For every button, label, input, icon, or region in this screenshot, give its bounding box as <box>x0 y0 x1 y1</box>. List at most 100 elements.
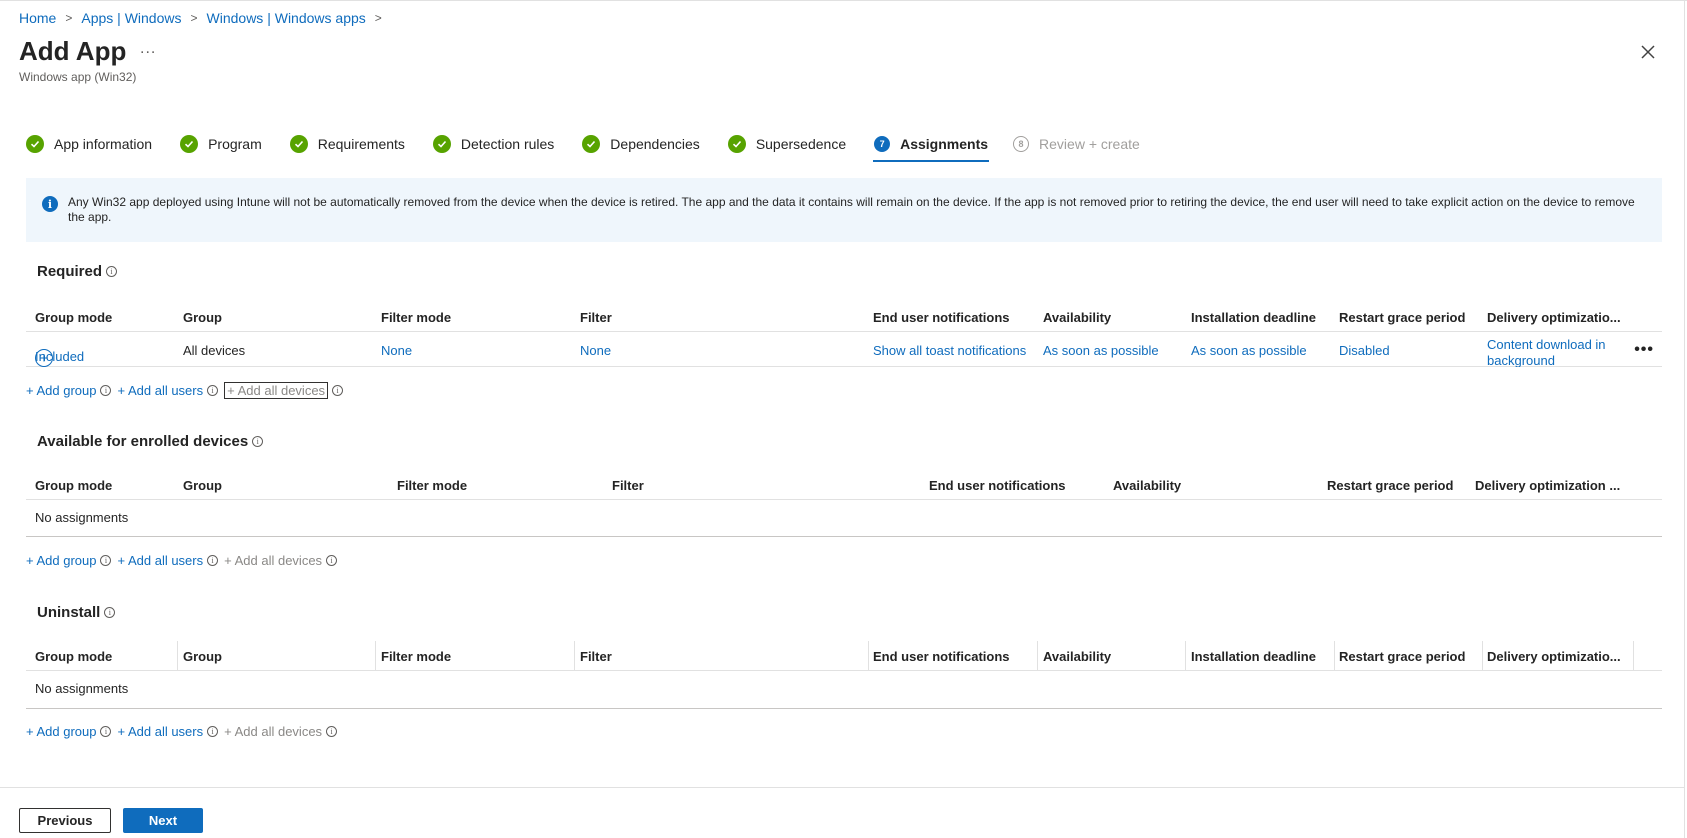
table-row: No assignments <box>26 672 1662 709</box>
col-filter: Filter <box>580 310 612 325</box>
section-uninstall: Uninstall i <box>37 604 116 621</box>
col-availability: Availability <box>1043 310 1112 325</box>
wizard-steps: App information Program Requirements Det… <box>26 131 1140 162</box>
col-end-user-notifications: End user notifications <box>873 310 1010 325</box>
restart-value[interactable]: Disabled <box>1339 343 1390 358</box>
previous-button[interactable]: Previous <box>19 808 111 833</box>
column-divider[interactable] <box>1482 641 1483 671</box>
filter-mode-value[interactable]: None <box>381 343 412 358</box>
col-filter: Filter <box>580 649 612 664</box>
add-group-link[interactable]: + Add group <box>26 383 96 398</box>
tab-review-create[interactable]: 8 Review + create <box>1013 131 1140 157</box>
breadcrumb-windows-apps[interactable]: Windows | Windows apps <box>207 10 366 26</box>
col-restart-grace-period: Restart grace period <box>1339 310 1466 325</box>
tab-app-information[interactable]: App information <box>26 131 152 157</box>
col-delivery-optimization: Delivery optimization ... <box>1475 478 1621 493</box>
add-group-link[interactable]: + Add group <box>26 724 96 739</box>
required-actions: + Add group i + Add all users i + Add al… <box>26 382 344 399</box>
col-installation-deadline: Installation deadline <box>1191 649 1316 664</box>
step-label: Supersedence <box>755 136 847 152</box>
footer-divider <box>0 787 1684 788</box>
section-available: Available for enrolled devices i <box>37 433 264 450</box>
more-options-icon[interactable]: ••• <box>1634 341 1654 359</box>
col-group-mode: Group mode <box>35 649 113 664</box>
add-all-devices-link[interactable]: + Add all devices <box>224 382 329 399</box>
column-divider[interactable] <box>868 641 869 671</box>
column-divider[interactable] <box>375 641 376 671</box>
next-button[interactable]: Next <box>123 808 203 833</box>
col-installation-deadline: Installation deadline <box>1191 310 1316 325</box>
col-end-user-notifications: End user notifications <box>929 478 1066 493</box>
chevron-right-icon: > <box>374 11 382 25</box>
step-label: Assignments <box>900 136 989 152</box>
col-filter-mode: Filter mode <box>381 310 452 325</box>
available-actions: + Add group i + Add all users i + Add al… <box>26 553 338 568</box>
step-label: Requirements <box>317 136 405 152</box>
section-required: Required i <box>37 263 118 280</box>
col-filter: Filter <box>612 478 644 493</box>
breadcrumb: Home > Apps | Windows > Windows | Window… <box>19 10 391 26</box>
tab-dependencies[interactable]: Dependencies <box>582 131 700 157</box>
filter-value[interactable]: None <box>580 343 611 358</box>
add-group-link[interactable]: + Add group <box>26 553 96 568</box>
column-divider[interactable] <box>1633 641 1634 671</box>
close-icon[interactable] <box>1636 40 1660 64</box>
col-group: Group <box>183 310 222 325</box>
checkmark-icon <box>727 135 746 153</box>
tab-detection-rules[interactable]: Detection rules <box>432 131 554 157</box>
banner-text: Any Win32 app deployed using Intune will… <box>68 195 1635 224</box>
column-divider[interactable] <box>574 641 575 671</box>
table-row[interactable]: + Included All devices None None Show al… <box>26 333 1662 367</box>
section-title-uninstall: Uninstall <box>37 604 101 621</box>
col-availability: Availability <box>1043 649 1112 664</box>
info-icon[interactable]: i <box>207 385 219 396</box>
info-icon[interactable]: i <box>326 726 338 737</box>
availability-value[interactable]: As soon as possible <box>1043 343 1159 358</box>
tab-supersedence[interactable]: Supersedence <box>727 131 847 157</box>
info-icon[interactable]: i <box>100 555 112 566</box>
breadcrumb-apps-windows[interactable]: Apps | Windows <box>81 10 181 26</box>
info-icon[interactable]: i <box>326 555 338 566</box>
add-all-users-link[interactable]: + Add all users <box>117 553 203 568</box>
add-all-devices-link[interactable]: + Add all devices <box>224 724 322 739</box>
info-icon[interactable]: i <box>207 726 219 737</box>
info-icon[interactable]: i <box>332 385 344 396</box>
col-filter-mode: Filter mode <box>397 478 468 493</box>
notifications-value[interactable]: Show all toast notifications <box>873 343 1026 358</box>
right-border <box>1684 0 1685 838</box>
section-title-available: Available for enrolled devices <box>37 433 249 450</box>
breadcrumb-home[interactable]: Home <box>19 10 56 26</box>
column-divider[interactable] <box>1037 641 1038 671</box>
tab-program[interactable]: Program <box>180 131 262 157</box>
tab-requirements[interactable]: Requirements <box>289 131 405 157</box>
checkmark-icon <box>180 135 199 153</box>
add-all-users-link[interactable]: + Add all users <box>117 383 203 398</box>
info-icon[interactable]: i <box>100 726 112 737</box>
add-all-devices-link[interactable]: + Add all devices <box>224 553 322 568</box>
checkmark-icon <box>432 135 451 153</box>
column-divider[interactable] <box>1185 641 1186 671</box>
info-icon[interactable]: i <box>104 607 116 618</box>
uninstall-actions: + Add group i + Add all users i + Add al… <box>26 724 338 739</box>
step-label: Program <box>208 136 262 152</box>
info-icon[interactable]: i <box>252 436 264 447</box>
group-mode-value[interactable]: Included <box>35 349 84 364</box>
table-row: No assignments <box>26 501 1662 537</box>
column-divider[interactable] <box>1334 641 1335 671</box>
info-icon[interactable]: i <box>207 555 219 566</box>
top-border <box>0 0 1687 1</box>
tab-assignments[interactable]: 7 Assignments <box>873 131 989 162</box>
info-icon[interactable]: i <box>106 266 118 277</box>
page-subtitle: Windows app (Win32) <box>19 70 137 84</box>
deadline-value[interactable]: As soon as possible <box>1191 343 1307 358</box>
step-label: App information <box>54 136 153 152</box>
column-divider[interactable] <box>177 641 178 671</box>
more-options-icon[interactable]: ... <box>140 40 156 58</box>
add-all-users-link[interactable]: + Add all users <box>117 724 203 739</box>
info-icon[interactable]: i <box>100 385 112 396</box>
col-delivery-optimization: Delivery optimizatio... <box>1487 649 1621 664</box>
no-assignments-text: No assignments <box>35 510 129 525</box>
step-number: 7 <box>874 136 891 152</box>
required-table-header: Group mode Group Filter mode Filter End … <box>26 302 1662 332</box>
delivery-value[interactable]: Content download in background <box>1487 337 1606 367</box>
